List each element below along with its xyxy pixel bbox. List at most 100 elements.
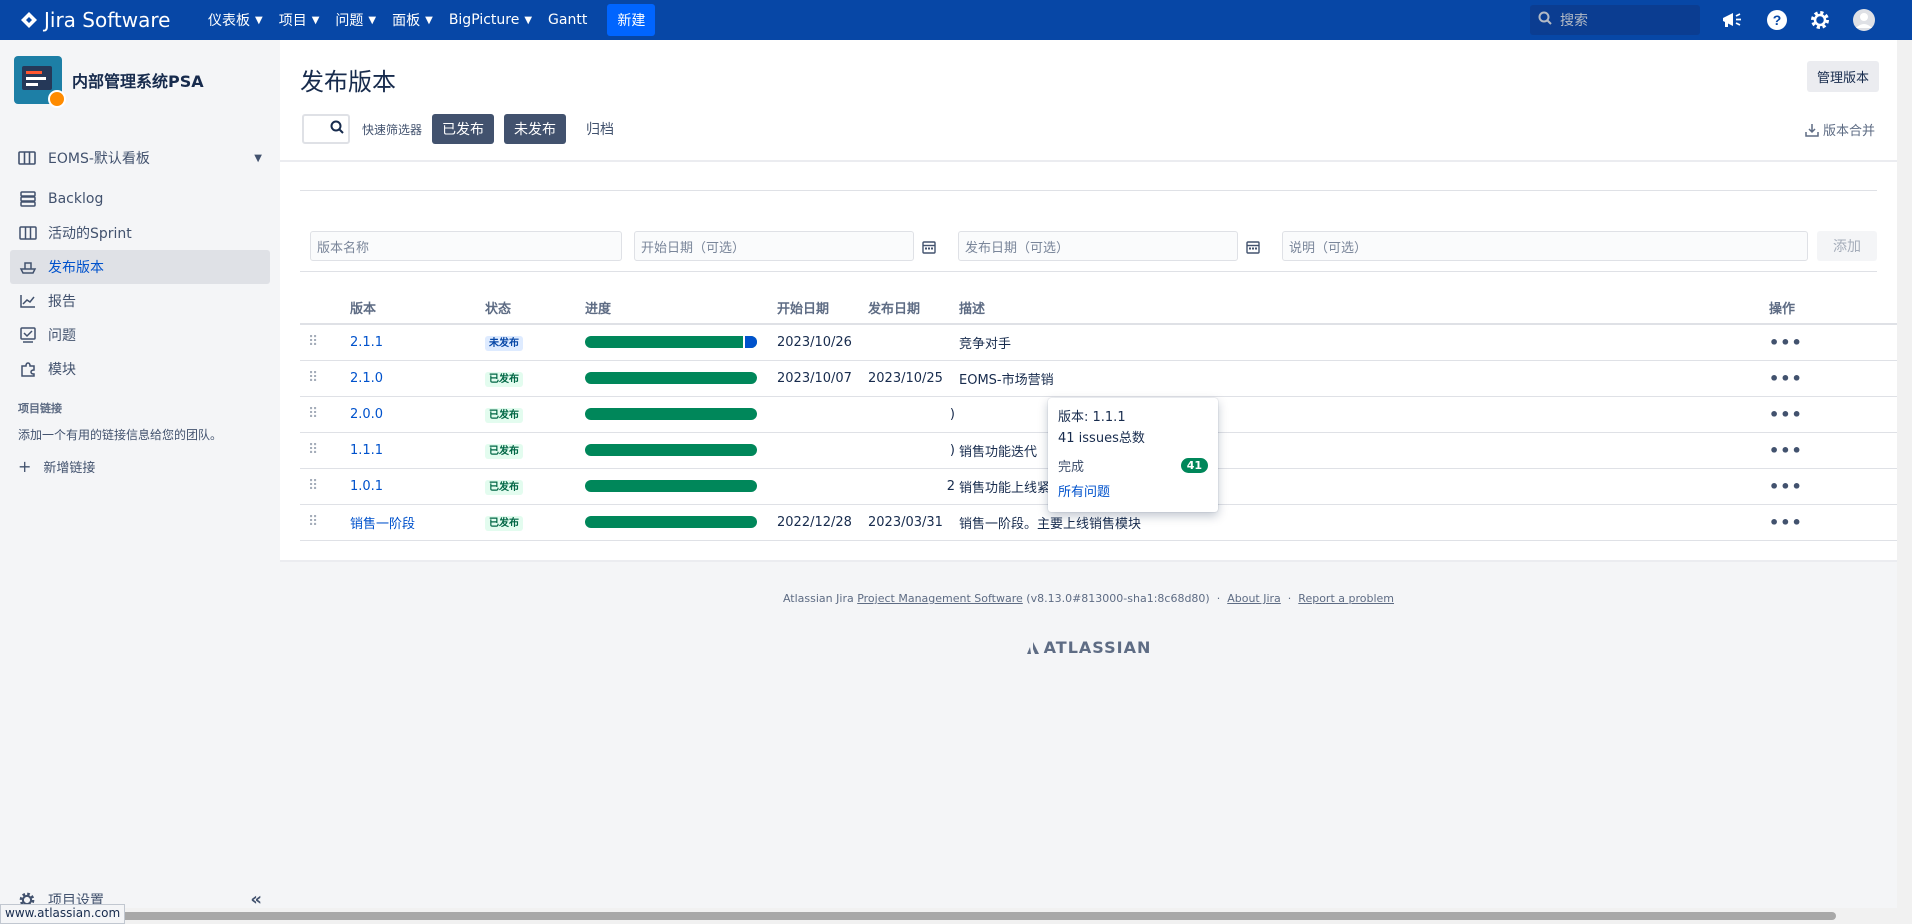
sidebar-item-active-sprint[interactable]: 活动的Sprint (10, 216, 270, 250)
more-actions-icon[interactable]: ••• (1769, 405, 1803, 424)
column-header-actions: 操作 (1769, 292, 1897, 325)
add-link-button[interactable]: + 新增链接 (0, 457, 280, 476)
add-link-label: 新增链接 (43, 461, 96, 476)
footer-pms-link[interactable]: Project Management Software (857, 592, 1023, 605)
drag-handle-icon[interactable]: ⠿ (300, 370, 318, 386)
release-date-input[interactable]: 发布日期（可选） (958, 231, 1238, 261)
version-link[interactable]: 2.1.0 (350, 371, 383, 386)
project-header[interactable]: 内部管理系统PSA (0, 40, 280, 120)
start-date: 2022/12/28 (777, 504, 868, 541)
table-row: ⠿ 2.1.0 已发布 2023/10/07 2023/10/25 EOMS-市… (300, 360, 1897, 397)
ship-icon (18, 260, 38, 274)
sidebar-item-issues[interactable]: 问题 (10, 318, 270, 352)
filter-archived[interactable]: 归档 (576, 114, 624, 144)
nav-boards[interactable]: 面板 ▼ (384, 0, 441, 40)
footer: Atlassian Jira Project Management Softwa… (280, 560, 1897, 924)
progress-bar[interactable] (585, 336, 757, 349)
more-actions-icon[interactable]: ••• (1769, 369, 1803, 388)
board-selector[interactable]: EOMS-默认看板 ▼ (10, 140, 270, 176)
column-header-description[interactable]: 描述 (959, 292, 1769, 325)
calendar-icon[interactable] (1246, 240, 1262, 254)
tooltip-done-label: 完成 (1058, 460, 1085, 475)
tooltip-issue-count: 41 issues总数 (1058, 431, 1145, 446)
drag-handle-icon[interactable]: ⠿ (300, 514, 318, 530)
progress-bar[interactable] (585, 372, 757, 384)
drag-handle-icon[interactable]: ⠿ (300, 334, 318, 350)
footer-report-link[interactable]: Report a problem (1298, 592, 1394, 605)
column-header-status[interactable]: 状态 (485, 292, 585, 325)
project-avatar (14, 56, 66, 108)
sidebar-item-reports[interactable]: 报告 (10, 284, 270, 318)
column-header-start-date[interactable]: 开始日期 (777, 292, 868, 325)
add-version-button[interactable]: 添加 (1817, 231, 1877, 261)
horizontal-scrollbar[interactable] (0, 908, 1897, 924)
version-name-input[interactable]: 版本名称 (310, 231, 622, 261)
megaphone-icon[interactable] (1720, 8, 1744, 32)
sidebar-item-releases[interactable]: 发布版本 (10, 250, 270, 284)
vertical-scrollbar[interactable] (1897, 40, 1912, 924)
nav-dashboards[interactable]: 仪表板 ▼ (200, 0, 271, 40)
chevron-down-icon: ▼ (255, 14, 263, 26)
sidebar-item-backlog[interactable]: Backlog (10, 182, 270, 216)
progress-bar[interactable] (585, 408, 757, 420)
calendar-icon[interactable] (922, 240, 938, 254)
progress-bar[interactable] (585, 516, 757, 528)
merge-label: 版本合并 (1822, 124, 1875, 139)
top-navigation: Jira Software 仪表板 ▼ 项目 ▼ 问题 ▼ 面板 ▼ BigPictur… (0, 0, 1912, 40)
atlassian-logo[interactable]: ATLASSIAN (280, 638, 1897, 657)
chevron-down-icon: ▼ (425, 14, 433, 26)
tooltip-all-issues-link[interactable]: 所有问题 (1058, 481, 1208, 500)
atlassian-icon (1026, 641, 1040, 655)
version-link[interactable]: 1.0.1 (350, 479, 383, 494)
help-icon[interactable]: ? (1765, 8, 1789, 32)
svg-text:?: ? (1773, 12, 1782, 28)
start-date-input[interactable]: 开始日期（可选） (634, 231, 914, 261)
description-input[interactable]: 说明（可选） (1282, 231, 1808, 261)
progress-bar[interactable] (585, 480, 757, 492)
search-placeholder: 搜索 (1560, 13, 1588, 29)
description: 竞争对手 (959, 324, 1769, 361)
column-header-release-date[interactable]: 发布日期 (868, 292, 959, 325)
filter-unreleased[interactable]: 未发布 (504, 114, 567, 144)
version-link[interactable]: 销售一阶段 (350, 517, 415, 532)
more-actions-icon[interactable]: ••• (1769, 441, 1803, 460)
more-actions-icon[interactable]: ••• (1769, 333, 1803, 352)
progress-tooltip: 版本: 1.1.1 41 issues总数 完成 41 所有问题 (1048, 398, 1218, 512)
more-actions-icon[interactable]: ••• (1769, 477, 1803, 496)
footer-about-link[interactable]: About Jira (1227, 592, 1281, 605)
jira-logo[interactable]: Jira Software (0, 8, 200, 32)
tooltip-version: 版本: 1.1.1 (1058, 410, 1126, 425)
column-header-progress[interactable]: 进度 (585, 292, 777, 325)
app-name: Jira Software (44, 8, 171, 32)
sidebar-item-label: 问题 (48, 328, 76, 344)
column-header-version[interactable]: 版本 (350, 292, 485, 325)
version-link[interactable]: 1.1.1 (350, 443, 383, 458)
filter-search-input[interactable] (302, 114, 350, 144)
filter-released[interactable]: 已发布 (432, 114, 495, 144)
search-input[interactable]: 搜索 (1530, 5, 1700, 35)
avatar-icon[interactable] (1852, 8, 1876, 32)
settings-icon[interactable] (1808, 8, 1832, 32)
chevron-down-icon: ▼ (311, 14, 320, 26)
status-badge: 已发布 (485, 480, 523, 495)
sidebar-item-label: 发布版本 (48, 260, 104, 276)
nav-bigpicture[interactable]: BigPicture ▼ (441, 0, 540, 40)
board-icon (18, 151, 36, 165)
nav-projects[interactable]: 项目 ▼ (271, 0, 328, 40)
nav-issues[interactable]: 问题 ▼ (327, 0, 384, 40)
nav-gantt[interactable]: Gantt (540, 0, 595, 40)
drag-handle-icon[interactable]: ⠿ (300, 478, 318, 494)
more-actions-icon[interactable]: ••• (1769, 513, 1803, 532)
version-link[interactable]: 2.0.0 (350, 407, 383, 422)
collapse-sidebar-icon[interactable]: « (250, 889, 262, 910)
merge-versions-button[interactable]: 版本合并 (1805, 120, 1875, 139)
sidebar-item-components[interactable]: 模块 (10, 352, 270, 386)
create-button[interactable]: 新建 (607, 4, 656, 36)
drag-handle-icon[interactable]: ⠿ (300, 442, 318, 458)
progress-bar[interactable] (585, 444, 757, 456)
version-link[interactable]: 2.1.1 (350, 335, 383, 350)
scrollbar-thumb[interactable] (110, 912, 1836, 920)
drag-handle-icon[interactable]: ⠿ (300, 406, 318, 422)
filter-bar: 快速筛选器 已发布 未发布 归档 (302, 114, 634, 144)
manage-versions-button[interactable]: 管理版本 (1806, 61, 1879, 92)
